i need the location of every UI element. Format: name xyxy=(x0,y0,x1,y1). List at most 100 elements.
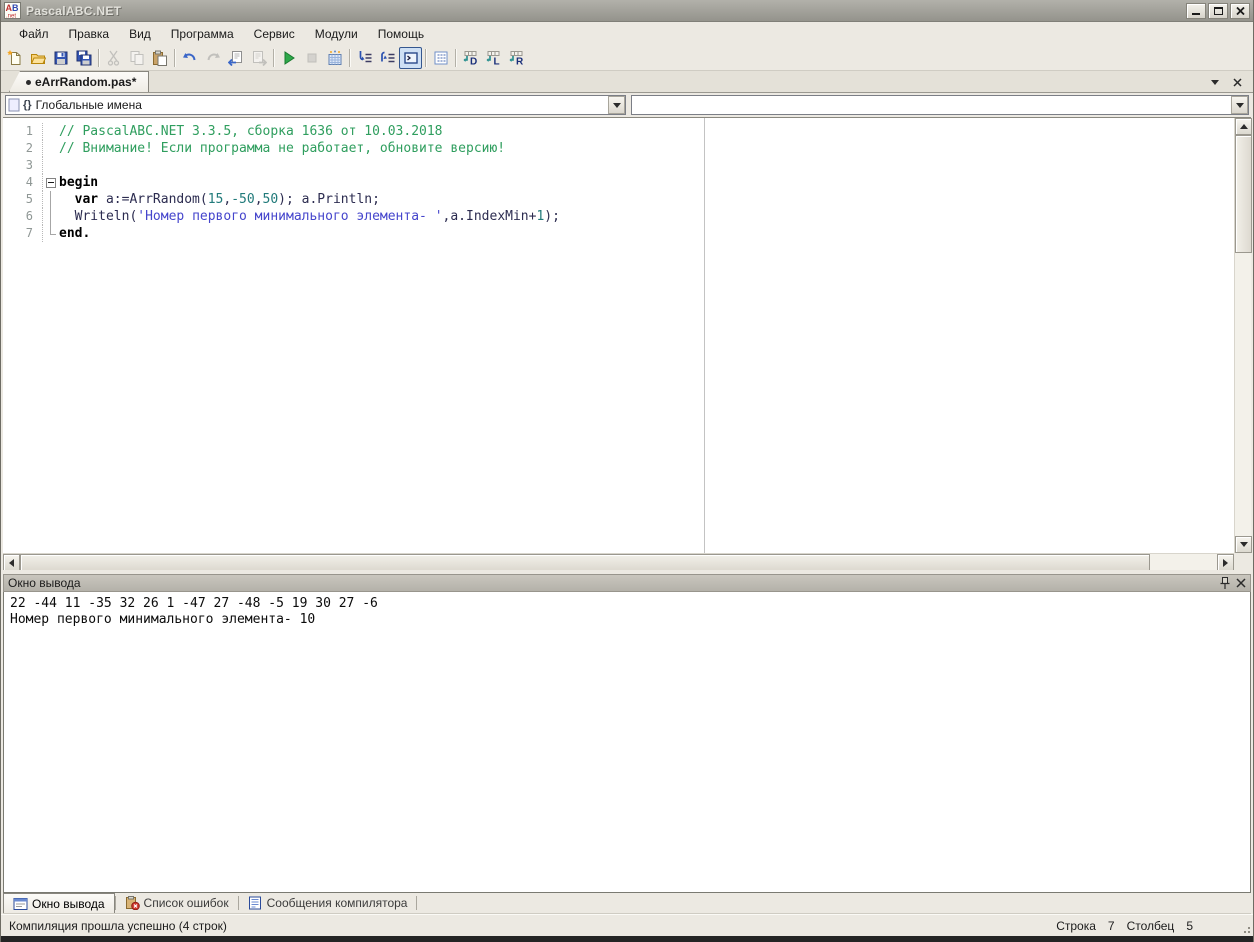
app-window: A B .net PascalABC.NET Файл Правка Вид П… xyxy=(0,0,1254,942)
scroll-up-button[interactable] xyxy=(1235,118,1252,135)
menu-file[interactable]: Файл xyxy=(9,24,59,44)
code-line[interactable]: 2// Внимание! Если программа не работает… xyxy=(3,140,1234,157)
tab-error-list[interactable]: Список ошибок xyxy=(116,893,238,913)
cut-icon xyxy=(106,50,122,66)
code-text: begin xyxy=(59,174,98,191)
output-panel-header: Окно вывода xyxy=(3,574,1251,592)
array-d-button[interactable]: D xyxy=(459,47,482,69)
stop-button[interactable] xyxy=(300,47,323,69)
array-r-button[interactable]: R xyxy=(505,47,528,69)
tab-list-dropdown-button[interactable] xyxy=(1207,75,1223,89)
toolbar-separator xyxy=(98,49,99,67)
run-button[interactable] xyxy=(277,47,300,69)
app-logo-icon: A B .net xyxy=(4,2,21,19)
editor-horizontal-scrollbar[interactable] xyxy=(3,553,1234,570)
menu-view[interactable]: Вид xyxy=(119,24,161,44)
scope-combobox-arrow-button[interactable] xyxy=(608,96,625,114)
tab-output-window[interactable]: Окно вывода xyxy=(3,893,115,913)
toolbar-separator xyxy=(349,49,350,67)
menu-service[interactable]: Сервис xyxy=(244,24,305,44)
arrow-up-icon xyxy=(1240,124,1248,129)
structure-button[interactable] xyxy=(429,47,452,69)
svg-text:L: L xyxy=(493,56,499,66)
step-into-icon xyxy=(357,50,373,66)
scroll-left-button[interactable] xyxy=(3,554,20,571)
minimize-icon xyxy=(1192,13,1200,15)
chevron-down-icon xyxy=(613,103,621,108)
paste-icon xyxy=(152,50,168,66)
code-line[interactable]: 3 xyxy=(3,157,1234,174)
close-icon[interactable] xyxy=(1236,578,1246,588)
line-number: 1 xyxy=(3,123,43,140)
code-text: // PascalABC.NET 3.3.5, сборка 1636 от 1… xyxy=(59,123,443,140)
new-file-button[interactable] xyxy=(3,47,26,69)
pin-icon[interactable] xyxy=(1220,577,1230,589)
calculator-icon xyxy=(327,50,343,66)
fold-marker xyxy=(43,191,59,208)
compile-button[interactable] xyxy=(323,47,346,69)
page-forward-button[interactable] xyxy=(247,47,270,69)
fold-marker[interactable] xyxy=(43,174,59,191)
code-line[interactable]: 7end. xyxy=(3,225,1234,242)
run-icon xyxy=(281,50,297,66)
structure-icon xyxy=(433,50,449,66)
save-all-button[interactable] xyxy=(72,47,95,69)
horizontal-scroll-thumb[interactable] xyxy=(20,554,1150,571)
menu-help[interactable]: Помощь xyxy=(368,24,434,44)
close-button[interactable] xyxy=(1230,3,1250,19)
code-line[interactable]: 5 var a:=ArrRandom(15,-50,50); a.Println… xyxy=(3,191,1234,208)
toolbar: D L R xyxy=(1,45,1253,71)
scroll-down-button[interactable] xyxy=(1235,536,1252,553)
scroll-right-button[interactable] xyxy=(1217,554,1234,571)
code-line[interactable]: 4begin xyxy=(3,174,1234,191)
output-line: 22 -44 11 -35 32 26 1 -47 27 -48 -5 19 3… xyxy=(10,596,1244,612)
paste-button[interactable] xyxy=(148,47,171,69)
code-line[interactable]: 6 Writeln('Номер первого минимального эл… xyxy=(3,208,1234,225)
toolbar-separator xyxy=(273,49,274,67)
tab-compiler-messages[interactable]: Сообщения компилятора xyxy=(239,893,417,913)
tab-label: Сообщения компилятора xyxy=(267,896,408,910)
code-line[interactable]: 1 // PascalABC.NET 3.3.5, сборка 1636 от … xyxy=(3,123,1234,140)
copy-button[interactable] xyxy=(125,47,148,69)
step-into-button[interactable] xyxy=(353,47,376,69)
new-file-icon xyxy=(7,50,23,66)
open-file-button[interactable] xyxy=(26,47,49,69)
member-combobox[interactable] xyxy=(631,95,1249,115)
cut-button[interactable] xyxy=(102,47,125,69)
code-text: var a:=ArrRandom(15,-50,50); a.Println; xyxy=(59,191,380,208)
vertical-scroll-thumb[interactable] xyxy=(1235,135,1252,253)
array-l-button[interactable]: L xyxy=(482,47,505,69)
page-back-button[interactable] xyxy=(224,47,247,69)
maximize-button[interactable] xyxy=(1208,3,1228,19)
close-icon xyxy=(1233,78,1242,87)
minimize-button[interactable] xyxy=(1186,3,1206,19)
output-line: Номер первого минимального элемента- 10 xyxy=(10,612,1244,628)
menu-bar: Файл Правка Вид Программа Сервис Модули … xyxy=(1,22,1253,45)
console-toggle-button[interactable] xyxy=(399,47,422,69)
output-window-icon xyxy=(13,897,28,911)
page-back-icon xyxy=(228,50,244,66)
menu-program[interactable]: Программа xyxy=(161,24,244,44)
fold-marker xyxy=(43,208,59,225)
editor-vertical-scrollbar[interactable] xyxy=(1234,118,1251,553)
status-col-value: 5 xyxy=(1186,919,1193,933)
tab-earrrandom[interactable]: eArrRandom.pas* xyxy=(9,71,149,92)
arrow-down-icon xyxy=(1240,542,1248,547)
menu-modules[interactable]: Модули xyxy=(305,24,368,44)
undo-button[interactable] xyxy=(178,47,201,69)
status-line-value: 7 xyxy=(1108,919,1115,933)
redo-button[interactable] xyxy=(201,47,224,69)
menu-edit[interactable]: Правка xyxy=(59,24,120,44)
bottom-edge xyxy=(1,936,1253,942)
copy-icon xyxy=(129,50,145,66)
save-button[interactable] xyxy=(49,47,72,69)
resize-grip[interactable] xyxy=(1240,923,1250,933)
step-over-button[interactable] xyxy=(376,47,399,69)
member-combobox-arrow-button[interactable] xyxy=(1231,96,1248,114)
redo-icon xyxy=(205,50,221,66)
scope-combobox[interactable]: {} Глобальные имена xyxy=(5,95,626,115)
code-lines[interactable]: 1 // PascalABC.NET 3.3.5, сборка 1636 от … xyxy=(3,118,1234,553)
tab-close-button[interactable] xyxy=(1229,75,1245,89)
undo-icon xyxy=(182,50,198,66)
letter-l-icon: L xyxy=(486,50,502,66)
